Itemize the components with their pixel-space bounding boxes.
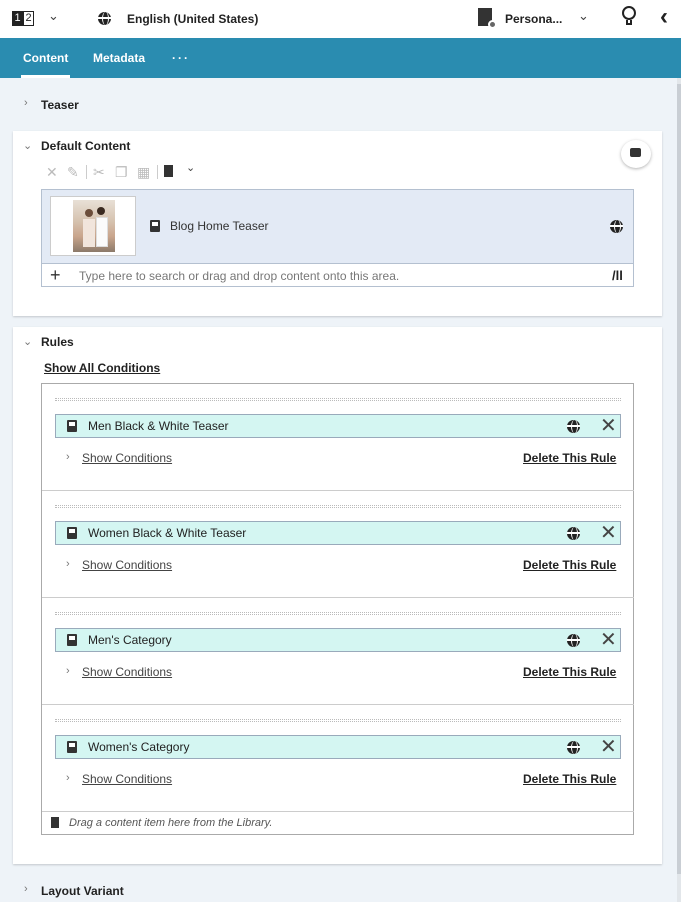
chevron-down-icon[interactable]: ⌄ (23, 335, 32, 348)
show-all-conditions-link[interactable]: Show All Conditions (44, 361, 160, 375)
rule-item[interactable]: Men's Category (55, 628, 621, 652)
content-search-row[interactable]: + Type here to search or drag and drop c… (41, 263, 634, 287)
document-icon (67, 420, 77, 432)
delete-rule-link[interactable]: Delete This Rule (523, 558, 616, 572)
page-indicator-one: 1 (12, 11, 23, 26)
content-panel: › Teaser ⌄ Default Content ✕ ✎ ✂ ❐ ▦ ⌄ B… (0, 78, 677, 902)
rule-block: Women's Category ✕ › Show Conditions Del… (42, 705, 634, 812)
delete-rule-link[interactable]: Delete This Rule (523, 451, 616, 465)
search-input[interactable]: Type here to search or drag and drop con… (79, 269, 399, 283)
rules-list: Men Black & White Teaser ✕ › Show Condit… (41, 383, 634, 835)
library-icon[interactable]: /ll (612, 268, 623, 283)
rule-item[interactable]: Women's Category (55, 735, 621, 759)
chevron-right-icon[interactable]: › (66, 558, 70, 570)
remove-icon: ✕ (46, 164, 58, 180)
rule-item[interactable]: Men Black & White Teaser (55, 414, 621, 438)
plus-icon[interactable]: + (50, 264, 61, 286)
chevron-right-icon[interactable]: › (24, 97, 28, 109)
separator (157, 165, 158, 179)
close-icon[interactable]: ✕ (600, 523, 617, 543)
chevron-right-icon[interactable]: › (24, 883, 28, 895)
persona-selector[interactable]: Persona... (505, 12, 562, 26)
document-icon (67, 634, 77, 646)
section-rules[interactable]: Rules (41, 335, 74, 349)
library-drop-zone[interactable]: Drag a content item here from the Librar… (42, 812, 633, 835)
copy-icon: ❐ (115, 164, 128, 180)
rule-block: Men's Category ✕ › Show Conditions Delet… (42, 598, 634, 705)
rule-item-name: Men's Category (88, 633, 172, 647)
chevron-down-icon[interactable]: ⌄ (23, 139, 32, 152)
show-conditions-link[interactable]: Show Conditions (82, 558, 172, 572)
tab-content[interactable]: Content (20, 38, 71, 78)
show-conditions-link[interactable]: Show Conditions (82, 772, 172, 786)
show-conditions-link[interactable]: Show Conditions (82, 665, 172, 679)
default-content-card: ⌄ Default Content ✕ ✎ ✂ ❐ ▦ ⌄ Blog Home … (13, 131, 662, 316)
language-selector[interactable]: English (United States) (127, 12, 258, 26)
rule-item-name: Men Black & White Teaser (88, 419, 229, 433)
drag-handle[interactable] (55, 398, 621, 401)
add-comment-icon[interactable] (621, 140, 651, 168)
globe-icon (98, 12, 111, 25)
globe-icon (567, 634, 580, 647)
close-icon[interactable]: ✕ (600, 630, 617, 650)
paste-icon: ▦ (137, 164, 151, 180)
page-indicator-two: 2 (23, 11, 34, 26)
drag-handle[interactable] (55, 612, 621, 615)
chevron-right-icon[interactable]: › (66, 451, 70, 463)
tab-more[interactable]: ··· (172, 38, 190, 78)
chevron-down-icon[interactable]: ⌄ (186, 161, 195, 174)
close-icon[interactable]: ✕ (600, 737, 617, 757)
rule-block: Men Black & White Teaser ✕ › Show Condit… (42, 384, 634, 491)
show-conditions-link[interactable]: Show Conditions (82, 451, 172, 465)
collapse-left-icon[interactable]: ‹ (660, 3, 668, 31)
default-content-item[interactable]: Blog Home Teaser (41, 189, 634, 264)
globe-icon (610, 220, 623, 233)
teaser-thumbnail (50, 196, 136, 256)
chevron-down-icon[interactable]: ⌄ (578, 8, 589, 24)
rule-item-name: Women's Category (88, 740, 190, 754)
chevron-down-icon[interactable]: ⌄ (48, 8, 59, 24)
close-icon[interactable]: ✕ (600, 416, 617, 436)
page-switch-icon[interactable]: 1 2 (12, 11, 34, 26)
drag-handle[interactable] (55, 505, 621, 508)
globe-icon (567, 741, 580, 754)
tab-bar: Content Metadata ··· (0, 38, 681, 78)
chevron-right-icon[interactable]: › (66, 665, 70, 677)
rules-card: ⌄ Rules Show All Conditions Men Black & … (13, 327, 662, 864)
drop-hint-text: Drag a content item here from the Librar… (69, 817, 273, 829)
document-icon (67, 527, 77, 539)
edit-icon: ✎ (67, 164, 79, 180)
section-teaser[interactable]: Teaser (41, 98, 79, 112)
rule-block: Women Black & White Teaser ✕ › Show Cond… (42, 491, 634, 598)
document-icon (150, 220, 160, 232)
personalization-icon (478, 8, 497, 29)
top-toolbar: 1 2 ⌄ English (United States) Persona...… (0, 0, 681, 38)
delete-rule-link[interactable]: Delete This Rule (523, 665, 616, 679)
lightbulb-icon[interactable] (622, 6, 636, 26)
default-item-name: Blog Home Teaser (170, 219, 269, 233)
section-default-content[interactable]: Default Content (41, 139, 130, 153)
separator (86, 165, 87, 179)
tab-metadata[interactable]: Metadata (93, 38, 145, 78)
delete-rule-link[interactable]: Delete This Rule (523, 772, 616, 786)
add-content-icon (51, 817, 59, 828)
chevron-right-icon[interactable]: › (66, 772, 70, 784)
globe-icon (567, 527, 580, 540)
content-toolbar: ✕ ✎ ✂ ❐ ▦ ⌄ (46, 161, 226, 182)
document-icon (67, 741, 77, 753)
section-layout-variant[interactable]: Layout Variant (41, 884, 124, 898)
rule-item[interactable]: Women Black & White Teaser (55, 521, 621, 545)
cut-icon: ✂ (93, 164, 105, 180)
rule-item-name: Women Black & White Teaser (88, 526, 247, 540)
scrollbar[interactable] (677, 78, 681, 902)
add-content-icon[interactable] (164, 165, 173, 177)
drag-handle[interactable] (55, 719, 621, 722)
globe-icon (567, 420, 580, 433)
